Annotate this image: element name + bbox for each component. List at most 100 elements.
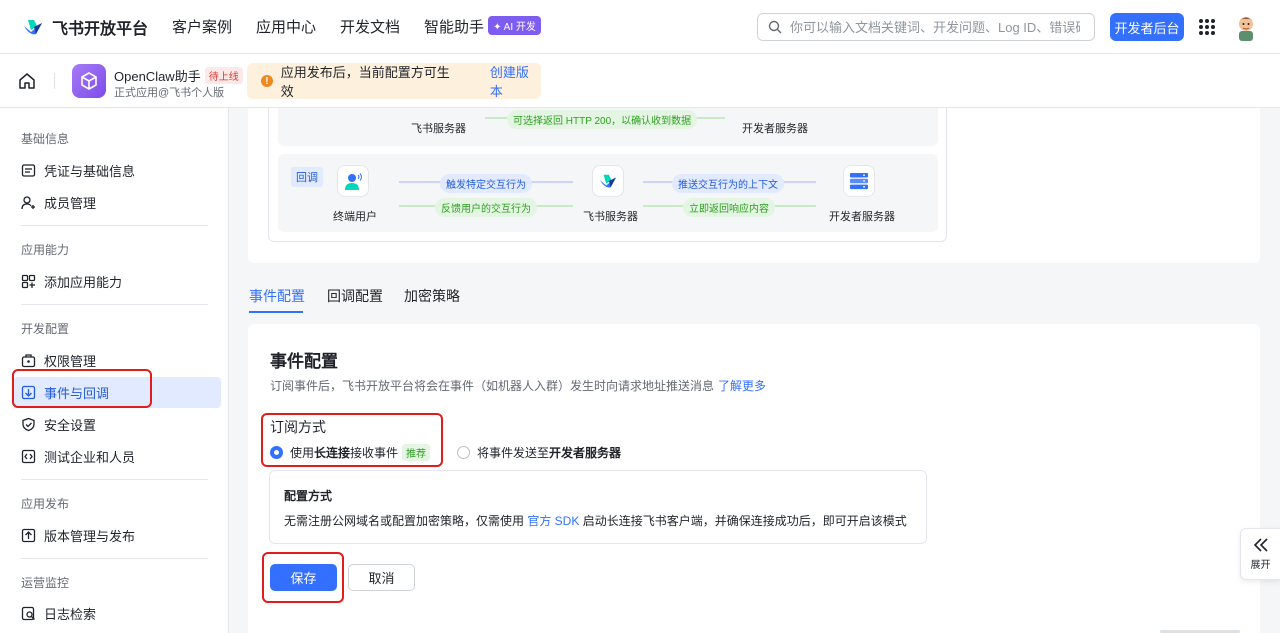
sidebar-item-credentials[interactable]: 凭证与基础信息 [13,155,221,186]
learn-more-link[interactable]: 了解更多 [718,379,766,393]
sidebar-item-add-ability[interactable]: 添加应用能力 [13,266,221,297]
config-method-desc-1: 无需注册公网域名或配置加密策略，仅需使用 [284,514,528,528]
nav-link-app-center[interactable]: 应用中心 [256,16,316,37]
tab-callback-config[interactable]: 回调配置 [327,286,383,306]
user-avatar[interactable] [1235,13,1257,41]
config-method-title: 配置方式 [284,489,333,503]
radio-dev-server[interactable]: 将事件发送至 开发者服务器 [457,444,621,461]
app-header: OpenClaw助手 待上线 正式应用@飞书个人版 ! 应用发布后，当前配置方可生… [0,54,1280,108]
expand-label: 展开 [1250,560,1271,571]
config-method-box [269,470,927,544]
sidebar-item-test[interactable]: 测试企业和人员 [13,441,221,472]
sidebar-group-basic: 基础信息 [21,132,70,146]
cancel-button[interactable]: 取消 [348,564,415,591]
nav-link-assistant-label: 智能助手 [424,19,485,36]
section-title: 事件配置 [270,352,338,371]
app-name-text: OpenClaw助手 [114,69,201,84]
sidebar-item-logs[interactable]: 日志检索 [13,598,221,629]
flow-pill-trigger: 触发特定交互行为 [440,174,532,193]
sidebar-item-label: 权限管理 [44,354,97,369]
sidebar-item-version[interactable]: 版本管理与发布 [13,520,221,551]
sidebar-divider [21,225,208,226]
radio-long-connection-prefix: 使用 [290,446,315,460]
sidebar-divider [21,479,208,480]
subscription-label: 订阅方式 [270,419,326,435]
flow-pill-return: 立即返回响应内容 [683,198,775,217]
sidebar-item-label: 事件与回调 [44,386,110,401]
app-name: OpenClaw助手 待上线 [114,66,243,85]
search-icon [768,20,782,34]
flow-label-feishu-server-top: 飞书服务器 [411,123,466,135]
end-user-icon [337,165,369,197]
developer-console-button[interactable]: 开发者后台 [1110,13,1184,41]
save-button[interactable]: 保存 [270,564,337,591]
active-tab-indicator [249,311,303,313]
flow-pill-http200: 可选择返回 HTTP 200，以确认收到数据 [507,110,698,129]
event-callback-icon [21,385,36,400]
sidebar-divider [21,304,208,305]
tab-encryption-strategy[interactable]: 加密策略 [404,286,460,306]
flow-label-feishu-server: 飞书服务器 [583,211,638,223]
ai-dev-badge: ✦ AI 开发 [488,16,541,35]
app-subtitle: 正式应用@飞书个人版 [114,87,225,99]
app-grid-icon[interactable] [1199,19,1215,35]
nav-link-assistant[interactable]: 智能助手 ✦ AI 开发 [424,16,541,37]
flow-pill-push: 推送交互行为的上下文 [672,174,784,193]
briefcase-lock-icon [21,354,36,368]
sidebar-item-label: 添加应用能力 [44,275,123,290]
callback-tag: 回调 [291,167,323,187]
flow-label-dev-server: 开发者服务器 [829,211,895,223]
upload-icon [21,528,36,543]
brand-logo[interactable]: 飞书开放平台 [22,15,172,39]
sidebar-item-label: 安全设置 [44,418,97,433]
tab-event-config[interactable]: 事件配置 [249,286,305,306]
create-version-link[interactable]: 创建版本 [490,62,541,100]
warning-icon: ! [261,75,273,87]
notice-text: 应用发布后，当前配置方可生效 [280,65,450,99]
server-icon [850,173,868,190]
sidebar-item-label: 版本管理与发布 [44,529,136,544]
search-box[interactable] [757,13,1095,41]
flow-label-dev-server-top: 开发者服务器 [742,123,808,135]
user-add-icon [21,196,35,210]
home-icon[interactable] [18,72,36,90]
sidebar-item-events[interactable]: 事件与回调 [13,377,221,408]
sidebar-group-publish: 应用发布 [21,497,70,511]
app-icon [72,64,106,98]
sidebar-item-label: 凭证与基础信息 [44,164,136,179]
publish-notice: ! 应用发布后，当前配置方可生效 创建版本 [247,63,541,99]
official-sdk-link[interactable]: 官方 SDK [527,514,579,528]
radio-selected-icon [270,446,283,459]
sidebar-item-label: 成员管理 [44,196,97,211]
sidebar-item-security[interactable]: 安全设置 [13,409,221,440]
code-icon [21,449,36,464]
double-chevron-left-icon [1253,538,1268,552]
sidebar-item-members[interactable]: 成员管理 [13,187,221,218]
search-input[interactable] [790,19,1080,35]
shield-icon [22,417,35,432]
radio-dev-server-prefix: 将事件发送至 [477,446,550,460]
recommended-badge: 推荐 [402,444,431,461]
user-icon [345,173,362,190]
sidebar-item-permissions[interactable]: 权限管理 [13,345,221,376]
config-method-desc: 无需注册公网域名或配置加密策略，仅需使用 官方 SDK 启动长连接飞书客户端，并… [284,512,907,529]
radio-dev-server-bold: 开发者服务器 [549,446,622,460]
app-status-badge: 待上线 [204,67,243,84]
section-description-text: 订阅事件后，飞书开放平台将会在事件（如机器人入群）发生时向请求地址推送消息 [270,379,715,393]
sidebar-group-dev: 开发配置 [21,322,70,336]
nav-link-cases[interactable]: 客户案例 [172,16,232,37]
feishu-logo-icon [600,174,616,188]
cube-icon [81,72,97,90]
feishu-server-icon [592,165,624,197]
flow-pill-feedback: 反馈用户的交互行为 [435,198,537,217]
brand-name: 飞书开放平台 [52,20,149,38]
nav-link-docs[interactable]: 开发文档 [340,16,400,37]
expand-panel-button[interactable]: 展开 [1240,528,1280,580]
sidebar-group-ability: 应用能力 [21,243,70,257]
dev-server-icon [843,165,875,197]
apps-add-icon [21,274,36,289]
list-icon [21,164,36,177]
radio-long-connection[interactable]: 使用 长连接 接收事件 推荐 [270,444,431,461]
divider [54,73,55,89]
radio-unselected-icon [457,446,470,459]
